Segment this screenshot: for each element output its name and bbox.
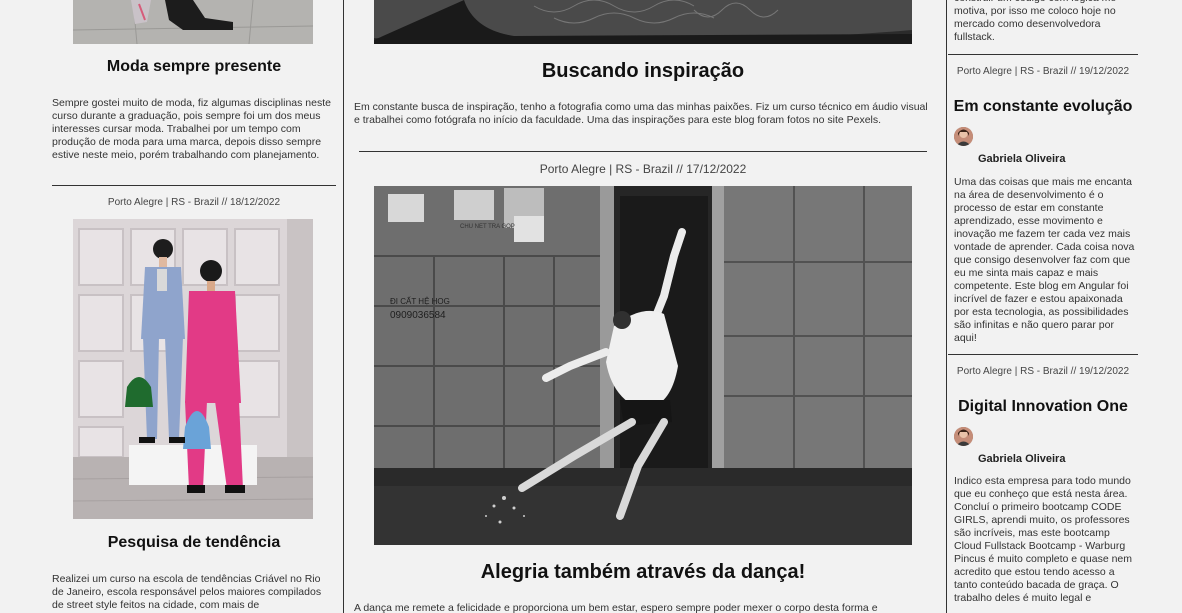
post-meta: Porto Alegre | RS - Brazil // 19/12/2022 xyxy=(956,66,1130,77)
fashion-suits-image xyxy=(73,219,313,519)
wall-text: ĐI CẤT HỆ HOG xyxy=(390,296,450,306)
right-sidebar: construir um código com lógica me motiva… xyxy=(946,0,1138,613)
post-meta: Porto Alegre | RS - Brazil // 18/12/2022 xyxy=(107,197,281,208)
fashion-boots-image xyxy=(73,0,313,44)
post-divider xyxy=(948,354,1138,355)
wall-text: 0909036584 xyxy=(390,310,446,321)
post-meta: Porto Alegre | RS - Brazil // 19/12/2022 xyxy=(956,366,1130,377)
main-column: Buscando inspiração Em constante busca d… xyxy=(344,0,938,613)
post-title[interactable]: Em constante evolução xyxy=(946,98,1138,116)
post-meta: Porto Alegre | RS - Brazil // 17/12/2022 xyxy=(539,162,747,176)
post-text: Uma das coisas que mais me encanta na ár… xyxy=(954,176,1135,344)
poster-text: CHU NET TRA GOP xyxy=(460,224,515,230)
author-info: Gabriela Oliveira xyxy=(954,427,1134,465)
post-text: Indico esta empresa para todo mundo que … xyxy=(954,475,1133,604)
dancer-image: CHU NET TRA GOP ĐI CẤT HỆ HOG 0909036584 xyxy=(374,186,912,545)
post-title[interactable]: Moda sempre presente xyxy=(52,58,336,76)
post-text: construir um código com lógica me motiva… xyxy=(954,0,1116,43)
post-divider xyxy=(359,151,927,152)
post-title[interactable]: Alegria também através da dança! xyxy=(344,561,938,584)
avatar xyxy=(954,427,973,446)
tattoo-photo-image xyxy=(374,0,912,44)
post-divider xyxy=(52,185,336,186)
post-text: Sempre gostei muito de moda, fiz algumas… xyxy=(52,97,331,161)
author-name[interactable]: Gabriela Oliveira xyxy=(978,453,1065,465)
post-text: Realizei um curso na escola de tendência… xyxy=(52,573,322,611)
post-text: A dança me remete a felicidade e proporc… xyxy=(354,602,878,613)
avatar xyxy=(954,127,973,146)
left-column: Moda sempre presente Sempre gostei muito… xyxy=(52,0,336,613)
post-title[interactable]: Buscando inspiração xyxy=(344,60,938,83)
post-divider xyxy=(948,54,1138,55)
author-info: Gabriela Oliveira xyxy=(954,127,1134,165)
post-text: Em constante busca de inspiração, tenho … xyxy=(354,101,928,126)
post-title[interactable]: Digital Innovation One xyxy=(946,398,1138,416)
post-title[interactable]: Pesquisa de tendência xyxy=(52,534,336,552)
author-name[interactable]: Gabriela Oliveira xyxy=(978,153,1065,165)
